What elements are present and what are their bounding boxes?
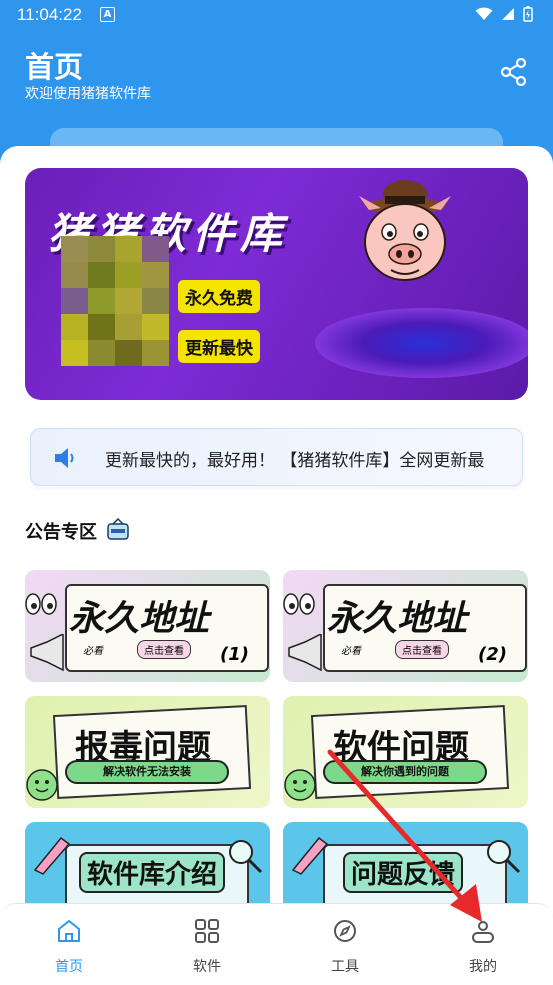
pig-mascot-icon: [359, 180, 451, 281]
user-icon: [472, 921, 494, 943]
nav-item-home[interactable]: 首页: [0, 904, 138, 985]
status-icons: [475, 6, 533, 22]
tile-big-text: 软件库介绍: [79, 852, 226, 893]
battery-icon: [523, 6, 533, 22]
tile-pill: 解决你遇到的问题: [323, 760, 487, 784]
eyes-icon: [25, 593, 57, 615]
bottom-nav: 首页 软件 工具 我的: [0, 903, 553, 985]
page-subtitle: 欢迎使用猪猪软件库: [25, 86, 151, 102]
status-a-badge: A: [100, 7, 115, 22]
status-bar: 11:04:22 A: [0, 0, 553, 32]
wifi-icon: [475, 7, 493, 20]
nav-label-software: 软件: [193, 959, 221, 975]
nav-label-mine: 我的: [469, 959, 497, 975]
magnifier-icon: [229, 840, 263, 874]
smiley-icon: [26, 769, 58, 801]
tile-big-text: 永久地址: [69, 599, 210, 639]
tile-permanent-address-2[interactable]: 永久地址 必看 点击查看 (2): [283, 570, 528, 682]
compass-icon: [334, 920, 356, 942]
section-title-text: 公告专区: [25, 522, 97, 543]
tile-num: (1): [220, 644, 249, 665]
page-title: 首页: [25, 50, 84, 84]
tile-big-text: 永久地址: [327, 599, 468, 639]
tile-num: (2): [478, 644, 507, 665]
tile-small-left: 必看: [83, 646, 103, 657]
speaker-icon: [55, 448, 74, 468]
tile-small-left: 必看: [341, 646, 361, 657]
tile-virus-issue[interactable]: 报毒问题 解决软件无法安装: [25, 696, 270, 808]
censored-mosaic: [61, 236, 169, 366]
section-title: 公告专区: [25, 517, 131, 544]
nav-label-tools: 工具: [331, 959, 359, 975]
tile-pill: 解决软件无法安装: [65, 760, 229, 784]
nav-item-mine[interactable]: 我的: [414, 904, 552, 985]
tile-small-right: 点击查看: [137, 640, 191, 659]
promo-banner[interactable]: 猪猪软件库 永久免费 更新最快: [25, 168, 528, 400]
tile-small-right: 点击查看: [395, 640, 449, 659]
megaphone-icon: [30, 634, 64, 672]
pencil-icon: [291, 836, 329, 875]
tile-software-issue[interactable]: 软件问题 解决你遇到的问题: [283, 696, 528, 808]
banner-tag-fastest: 更新最快: [178, 330, 260, 363]
grid-icon: [195, 919, 219, 943]
signal-icon: [502, 8, 514, 20]
share-icon[interactable]: [500, 57, 528, 90]
nav-item-tools[interactable]: 工具: [276, 904, 414, 985]
banner-tag-free: 永久免费: [178, 280, 260, 313]
bulletin-icon: [107, 517, 130, 540]
tile-permanent-address-1[interactable]: 永久地址 必看 点击查看 (1): [25, 570, 270, 682]
pedestal-graphic: [315, 308, 528, 378]
megaphone-icon: [288, 634, 322, 672]
tile-big-text: 问题反馈: [343, 852, 464, 893]
status-time: 11:04:22: [17, 5, 82, 24]
magnifier-icon: [487, 840, 521, 874]
nav-label-home: 首页: [55, 959, 83, 975]
nav-item-software[interactable]: 软件: [138, 904, 276, 985]
pencil-icon: [33, 836, 71, 875]
notice-text: 更新最快的，最好用！ 【猪猪软件库】全网更新最: [105, 451, 485, 471]
smiley-icon: [284, 769, 316, 801]
eyes-icon: [283, 593, 315, 615]
notice-bar[interactable]: 更新最快的，最好用！ 【猪猪软件库】全网更新最: [30, 428, 523, 486]
home-icon: [58, 920, 80, 942]
